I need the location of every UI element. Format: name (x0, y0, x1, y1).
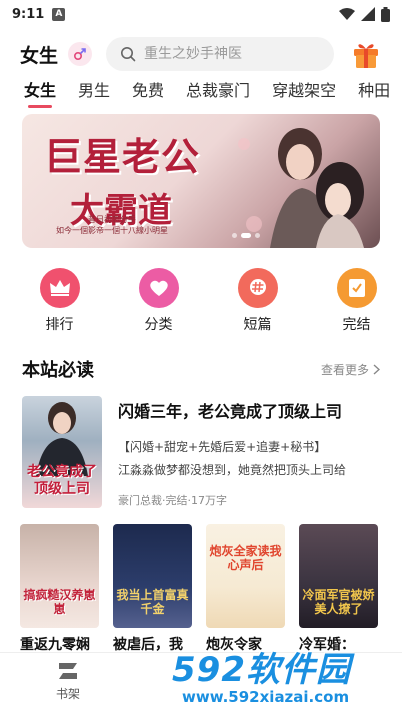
book-cover: 我当上首富真千金 (113, 524, 192, 628)
book-card[interactable]: 冷面军官被娇美人撩了 冷军婚： (299, 524, 378, 654)
quick-link-label: 短篇 (243, 317, 272, 333)
featured-book-title: 闪婚三年，老公竟成了顶级上司 (118, 402, 343, 421)
categories-icon-circle (138, 268, 179, 308)
gender-swap-icon (74, 48, 86, 61)
gift-button[interactable] (350, 38, 382, 70)
quick-link-label: 排行 (45, 317, 74, 333)
banner-subtitle-line1: 昔日初恋分手 (88, 215, 136, 224)
book-cover: 炮灰全家读我心声后 (206, 524, 285, 628)
pager-dot-active (241, 233, 251, 238)
watermark-brand: 592软件园 (172, 650, 351, 690)
banner-subtitle: 昔日初恋分手 如今一個影帝一個十八線小明星 (56, 214, 168, 236)
status-icons (339, 6, 390, 22)
heart-icon (149, 280, 168, 296)
tab-time-travel[interactable]: 穿越架空 (272, 78, 336, 108)
banner-subtitle-line2: 如今一個影帝一個十八線小明星 (56, 226, 168, 235)
bookshelf-label: 书架 (55, 687, 80, 701)
book-check-icon (348, 279, 365, 297)
book-cover: 冷面军官被娇美人撩了 (299, 524, 378, 628)
featured-book-tags: 【闪婚+甜宠+先婚后爱+追妻+秘书】 (118, 440, 327, 454)
search-input[interactable] (144, 46, 305, 62)
must-read-section-header: 本站必读 查看更多 (22, 356, 380, 382)
quick-link-short-stories[interactable]: 短篇 (212, 268, 303, 334)
featured-book[interactable]: 老公竟成了顶级上司 闪婚三年，老公竟成了顶级上司 【闪婚+甜宠+先婚后爱+追妻+… (22, 396, 380, 508)
see-more-label: 查看更多 (320, 362, 369, 377)
ranking-icon-circle (39, 268, 80, 308)
watermark-url: www.592xiazai.com (182, 688, 350, 706)
quick-link-ranking[interactable]: 排行 (14, 268, 105, 334)
quick-links: 排行 分类 短篇 完结 (0, 268, 402, 334)
quick-link-categories[interactable]: 分类 (113, 268, 204, 334)
pager-dot (232, 233, 237, 238)
book-card[interactable]: 搞疯糙汉养崽崽 重返九零娴 (20, 524, 99, 654)
section-title: 本站必读 (22, 360, 94, 381)
book-card[interactable]: 我当上首富真千金 被虐后，我 (113, 524, 192, 654)
quick-link-label: 完结 (342, 317, 371, 333)
pager-dot (255, 233, 260, 238)
book-grid: 搞疯糙汉养崽崽 重返九零娴 我当上首富真千金 被虐后，我 炮灰全家读我心声后 炮… (20, 524, 384, 654)
crown-icon (49, 280, 70, 296)
gift-icon (354, 44, 378, 68)
bookshelf-icon (59, 663, 77, 679)
book-cover: 搞疯糙汉养崽崽 (20, 524, 99, 628)
quick-link-label: 分类 (144, 317, 173, 333)
channel-title: 女生 (20, 44, 59, 67)
category-tabs: 女生 男生 免费 总裁豪门 穿越架空 种田 (0, 78, 402, 110)
featured-book-cover[interactable]: 老公竟成了顶级上司 (22, 396, 102, 508)
tab-free[interactable]: 免费 (132, 78, 164, 108)
gender-switch-button[interactable] (68, 42, 93, 66)
wifi-icon (339, 8, 355, 20)
hash-bubble-icon (249, 279, 266, 295)
bookshelf-tab[interactable]: 书架 (46, 661, 90, 702)
site-watermark: 592软件园 www.592xiazai.com (172, 640, 398, 712)
notification-badge: A (52, 7, 66, 21)
tab-female[interactable]: 女生 (24, 78, 56, 108)
top-header: 女生 (0, 34, 402, 74)
banner-title-line1: 巨星老公 (44, 134, 201, 179)
book-cover-text: 搞疯糙汉养崽崽 (23, 588, 96, 616)
book-cover-text: 炮灰全家读我心声后 (209, 544, 282, 572)
see-more-link[interactable]: 查看更多 (321, 361, 380, 378)
search-bar[interactable] (106, 37, 335, 71)
tab-farming[interactable]: 种田 (358, 78, 390, 108)
book-title: 重返九零娴 (20, 637, 90, 653)
completed-icon-circle (336, 268, 377, 308)
battery-icon (381, 6, 390, 22)
tab-male[interactable]: 男生 (78, 78, 110, 108)
featured-book-info: 豪门总裁·完结·17万字 (118, 494, 227, 507)
book-cover-text: 冷面军官被娇美人撩了 (302, 588, 375, 616)
book-card[interactable]: 炮灰全家读我心声后 炮灰令家 (206, 524, 285, 654)
banner-pager (232, 233, 260, 238)
featured-cover-text: 老公竟成了顶级上司 (27, 464, 97, 497)
signal-icon (361, 7, 375, 21)
status-time: 9:11 (12, 6, 45, 22)
quick-link-completed[interactable]: 完结 (311, 268, 402, 334)
short-stories-icon-circle (237, 268, 278, 308)
featured-book-meta: 闪婚三年，老公竟成了顶级上司 【闪婚+甜宠+先婚后爱+追妻+秘书】 江淼淼做梦都… (118, 396, 380, 508)
chevron-right-icon (373, 363, 380, 375)
featured-book-description: 江淼淼做梦都没想到，她竟然把顶头上司给 (118, 463, 347, 477)
banner-couple-illustration (238, 128, 364, 248)
promo-banner[interactable]: 巨星老公 太霸道 昔日初恋分手 如今一個影帝一個十八線小明星 (22, 114, 380, 248)
book-cover-text: 我当上首富真千金 (116, 588, 189, 616)
status-bar: 9:11 A (0, 0, 402, 28)
tab-ceo-romance[interactable]: 总裁豪门 (186, 78, 250, 108)
search-icon (121, 47, 136, 62)
